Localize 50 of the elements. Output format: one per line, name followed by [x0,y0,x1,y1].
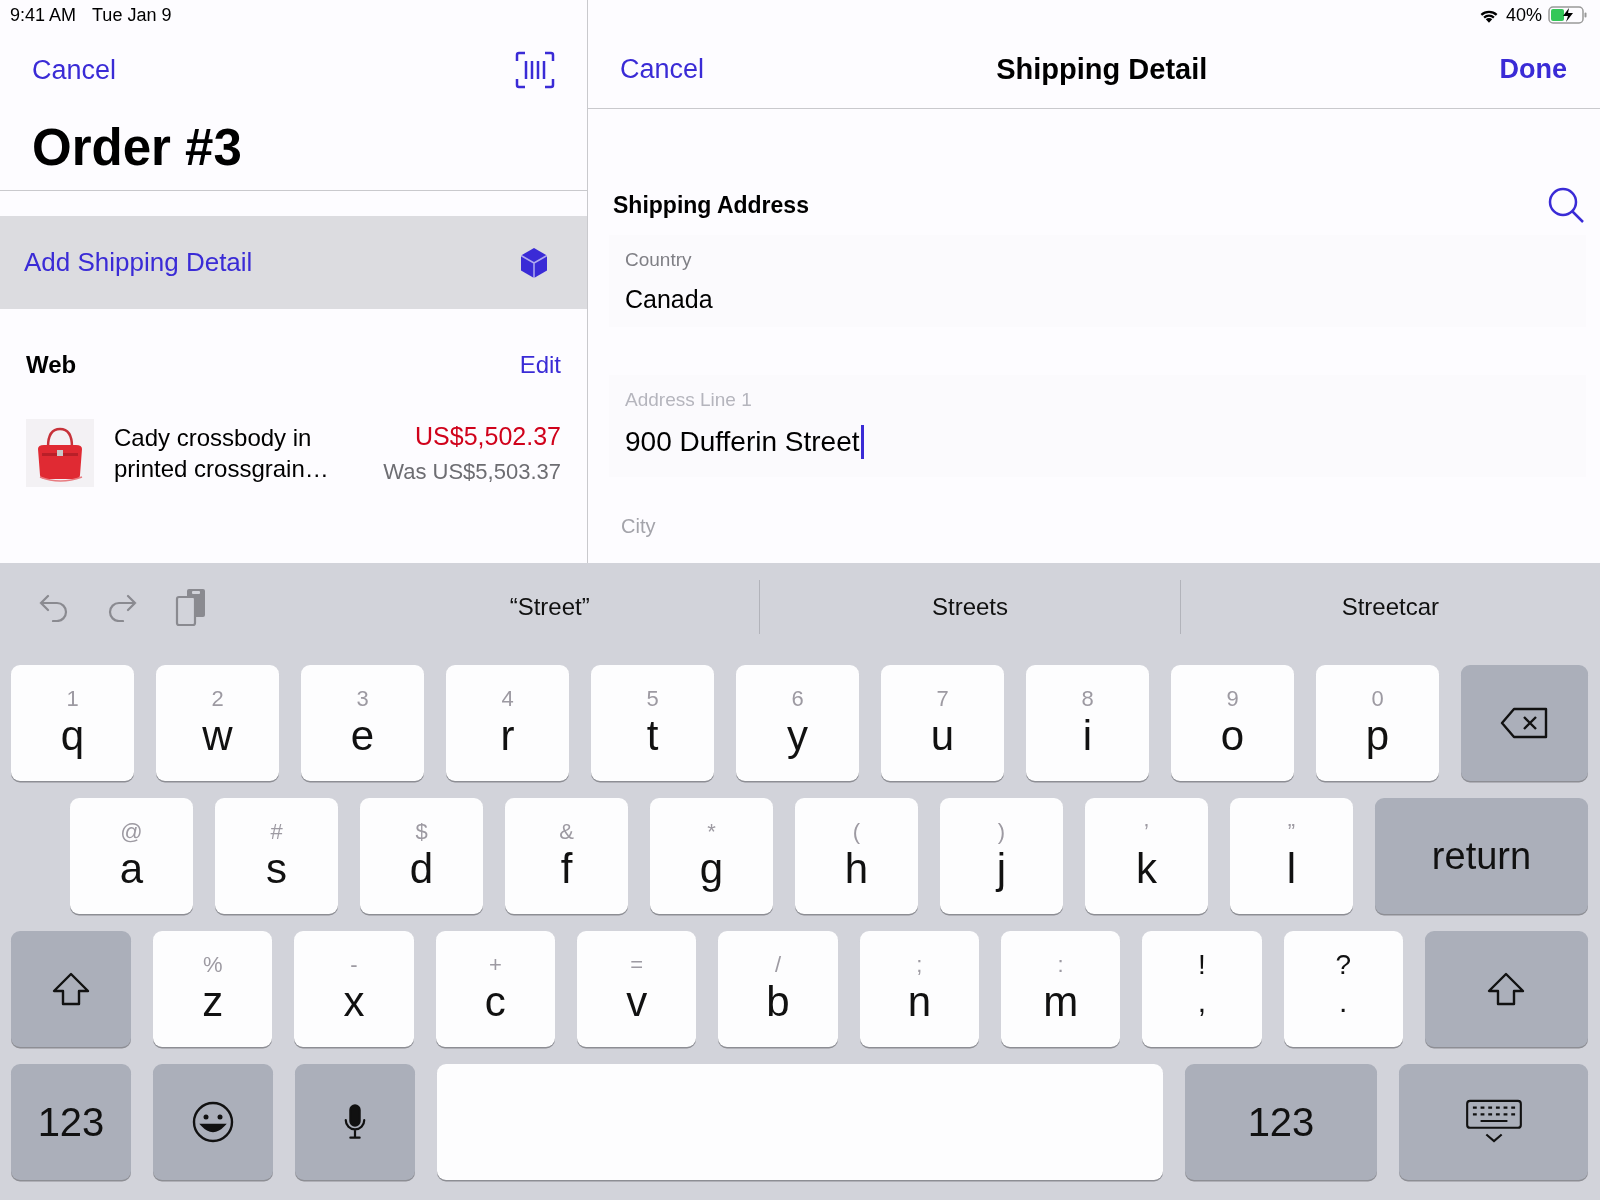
order-title: Order #3 [0,110,587,191]
original-price: Was US$5,503.37 [383,458,561,485]
keyboard-key[interactable]: ” l [1230,798,1353,914]
keyboard-key[interactable]: 2 w [156,665,279,781]
add-shipping-button[interactable]: Add Shipping Detail [0,216,587,309]
keyboard-key[interactable]: 7 u [881,665,1004,781]
keyboard-key[interactable]: ? . [1283,931,1403,1047]
section-title: Web [26,351,77,379]
suggestion[interactable]: Streets [760,577,1180,637]
status-date: Tue Jan 9 [92,4,172,26]
keyboard-key[interactable]: : m [1000,931,1121,1047]
keyboard-key[interactable]: ) j [940,798,1063,914]
field-label: City [620,514,657,538]
keyboard-key[interactable]: ; n [859,931,979,1047]
product-name: Cady crossbody in printed crossgrain… [114,423,330,484]
keyboard-key[interactable]: ! , [1142,931,1262,1047]
keyboard-key[interactable]: 9 o [1171,665,1294,781]
keyboard-key[interactable]: 1 q [11,665,134,781]
keyboard-key[interactable]: 8 i [1026,665,1149,781]
keyboard-key[interactable]: 3 e [301,665,424,781]
keyboard-key[interactable]: 5 t [591,665,714,781]
status-time: 9:41 AM [10,4,77,26]
battery-percent: 40% [1505,4,1542,26]
numbers-key[interactable]: 123 [11,1064,131,1180]
keyboard-key[interactable]: 6 y [736,665,859,781]
keyboard-key[interactable]: - x [294,931,414,1047]
edit-button[interactable]: Edit [519,351,561,379]
keyboard-key[interactable]: % z [153,931,273,1047]
keyboard-key[interactable]: * g [650,798,773,914]
keyboard-key[interactable]: # s [215,798,338,914]
keyboard-key[interactable]: & f [505,798,628,914]
keyboard-key[interactable]: = v [577,931,697,1047]
suggestion[interactable]: “Street” [340,577,760,637]
keyboard-key[interactable]: ( h [795,798,918,914]
keyboard-key[interactable]: + c [435,931,555,1047]
cancel-button[interactable]: Cancel [32,54,117,86]
numbers-key[interactable]: 123 [1185,1064,1377,1180]
product-price: US$5,502.37 [415,421,561,451]
suggestion[interactable]: Streetcar [1180,577,1600,637]
cancel-button[interactable]: Cancel [620,53,705,85]
done-button[interactable]: Done [1499,53,1567,85]
screen-title: Shipping Detail [996,52,1208,86]
keyboard-key[interactable]: 4 r [446,665,569,781]
keyboard-key[interactable]: ’ k [1085,798,1208,914]
keyboard-key[interactable]: 0 p [1316,665,1439,781]
keyboard-key[interactable]: / b [718,931,838,1047]
return-key[interactable]: return [1375,798,1588,914]
section-title: Shipping Address [612,191,809,219]
keyboard-key[interactable]: @ a [70,798,193,914]
keyboard-key[interactable]: $ d [360,798,483,914]
